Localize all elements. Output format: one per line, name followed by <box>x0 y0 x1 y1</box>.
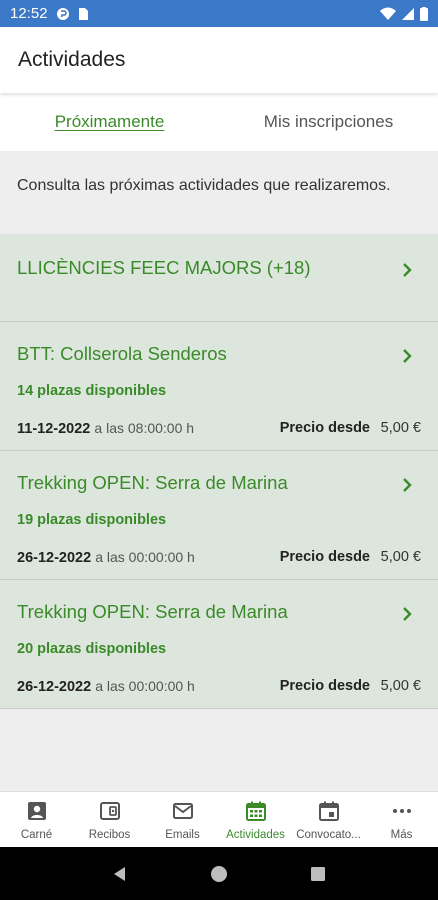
activity-title: BTT: Collserola Senderos <box>17 343 227 364</box>
home-icon[interactable] <box>210 865 228 883</box>
wifi-icon <box>380 7 396 20</box>
price-label: Precio desde <box>279 549 370 565</box>
activity-date: 11-12-2022 a las 08:00:00 h <box>17 420 195 437</box>
nav-recibos[interactable]: Recibos <box>73 792 146 847</box>
price-value: 5,00 € <box>380 678 421 694</box>
activity-time: a las 00:00:00 h <box>95 678 195 694</box>
system-navigation-bar <box>0 847 438 900</box>
app-bar: Actividades <box>0 27 438 93</box>
chevron-right-icon <box>403 263 412 277</box>
activity-item[interactable]: Trekking OPEN: Serra de Marina 19 plazas… <box>0 451 438 580</box>
activity-item[interactable]: LLICÈNCIES FEEC MAJORS (+18) <box>0 234 438 322</box>
activity-time: a las 00:00:00 h <box>95 549 195 565</box>
nav-convocatorias[interactable]: Convocato... <box>292 792 365 847</box>
activity-item[interactable]: BTT: Collserola Senderos 14 plazas dispo… <box>0 322 438 451</box>
chevron-right-icon <box>403 607 412 621</box>
price-label: Precio desde <box>279 678 370 694</box>
status-bar: 12:52 <box>0 0 438 27</box>
chevron-right-icon <box>403 349 412 363</box>
status-time: 12:52 <box>10 5 48 22</box>
bottom-navigation: Carné Recibos Emails Actividades Convoca… <box>0 791 438 847</box>
tab-proximamente[interactable]: Próximamente <box>0 93 219 151</box>
activity-title: Trekking OPEN: Serra de Marina <box>17 601 288 622</box>
nav-mas[interactable]: Más <box>365 792 438 847</box>
available-spots: 14 plazas disponibles <box>17 383 167 399</box>
sim-card-icon <box>78 7 88 20</box>
calendar-grid-icon <box>245 801 266 821</box>
battery-icon <box>420 6 428 21</box>
signal-icon <box>402 7 414 20</box>
receipt-icon <box>99 802 120 820</box>
price-value: 5,00 € <box>380 549 421 565</box>
chevron-right-icon <box>403 478 412 492</box>
activity-time: a las 08:00:00 h <box>94 420 195 436</box>
id-card-icon <box>27 802 46 820</box>
nav-actividades[interactable]: Actividades <box>219 792 292 847</box>
available-spots: 20 plazas disponibles <box>17 641 167 657</box>
available-spots: 19 plazas disponibles <box>17 512 167 528</box>
tab-mis-inscripciones[interactable]: Mis inscripciones <box>219 93 438 151</box>
activity-item[interactable]: Trekking OPEN: Serra de Marina 20 plazas… <box>0 580 438 709</box>
mail-icon <box>172 803 193 819</box>
recents-icon[interactable] <box>309 865 327 883</box>
more-dots-icon <box>392 809 411 813</box>
intro-text: Consulta las próximas actividades que re… <box>17 177 391 194</box>
activity-title: Trekking OPEN: Serra de Marina <box>17 472 288 493</box>
calendar-event-icon <box>318 801 339 821</box>
nav-emails[interactable]: Emails <box>146 792 219 847</box>
price-label: Precio desde <box>279 420 370 436</box>
activity-date: 26-12-2022 a las 00:00:00 h <box>17 678 195 695</box>
tab-bar: Próximamente Mis inscripciones <box>0 93 438 151</box>
nav-carne[interactable]: Carné <box>0 792 73 847</box>
activity-title: LLICÈNCIES FEEC MAJORS (+18) <box>17 257 311 278</box>
activities-list: Consulta las próximas actividades que re… <box>0 151 438 791</box>
status-indicators <box>380 6 428 21</box>
price-value: 5,00 € <box>380 420 421 436</box>
activity-date: 26-12-2022 a las 00:00:00 h <box>17 549 195 566</box>
page-title: Actividades <box>18 48 126 71</box>
back-icon[interactable] <box>111 865 129 883</box>
app-notification-icon <box>56 7 69 20</box>
